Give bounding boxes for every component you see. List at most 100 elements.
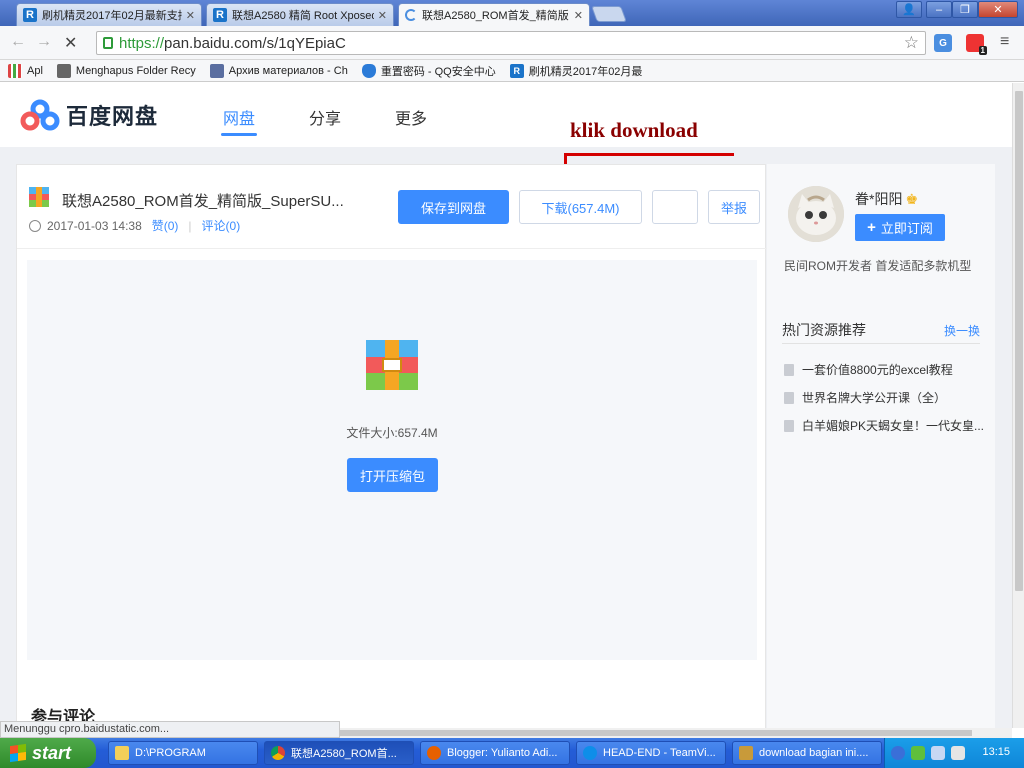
file-share-card: 联想A2580_ROM首发_精简版_SuperSU... 2017-01-03 … <box>16 164 767 728</box>
back-arrow-icon[interactable]: ← <box>10 33 26 51</box>
annotation-line <box>564 153 734 156</box>
start-button[interactable]: start <box>0 738 96 768</box>
tray-app-icon[interactable] <box>931 746 945 760</box>
annotation-label: klik download <box>570 118 698 142</box>
windows-taskbar: start D:\PROGRAM 联想A2580_ROM首... Blogger… <box>0 738 1024 768</box>
browser-tab-1[interactable]: R 刷机精灵2017年02月最新支持 ✕ <box>16 3 202 26</box>
tray-expand-icon[interactable] <box>891 746 905 760</box>
chrome-icon <box>271 746 285 760</box>
browser-tab-strip: R 刷机精灵2017年02月最新支持 ✕ R 联想A2580 精简 Root X… <box>0 0 1024 26</box>
system-clock[interactable]: 13:15 <box>982 746 1010 758</box>
address-bar[interactable]: https://pan.baidu.com/s/1qYEpiaC ☆ <box>96 31 926 55</box>
hot-resources-title: 热门资源推荐 <box>782 322 866 338</box>
url-text: https://pan.baidu.com/s/1qYEpiaC <box>119 34 346 52</box>
bookmark-item[interactable]: R 刷机精灵2017年02月最 <box>509 63 642 79</box>
user-profile-icon[interactable]: 👤 <box>896 1 922 18</box>
report-button[interactable]: 举报 <box>708 190 760 224</box>
hot-resource-item[interactable]: 世界名牌大学公开课（全） <box>784 389 989 406</box>
nav-share[interactable]: 分享 <box>309 105 341 129</box>
uploader-name[interactable]: 眷*阳阳 ♚ <box>855 189 918 209</box>
archive-large-icon <box>366 340 418 390</box>
subscribe-button[interactable]: + 立即订阅 <box>855 214 945 241</box>
bookmark-item[interactable]: Архив материалов - Ch <box>209 63 348 78</box>
site-header: 百度网盘 网盘 分享 更多 <box>0 83 1012 147</box>
bookmark-item[interactable]: Menghapus Folder Recy <box>56 63 196 78</box>
paint-icon <box>739 746 753 760</box>
crown-icon: ♚ <box>905 190 919 207</box>
like-link[interactable]: 赞(0) <box>152 217 179 234</box>
clock-icon <box>29 219 41 232</box>
logo-mark-icon <box>20 99 60 131</box>
browser-toolbar: ← → ✕ https://pan.baidu.com/s/1qYEpiaC ☆… <box>0 26 1024 60</box>
extension-icon[interactable]: 1 <box>966 34 987 55</box>
nav-more[interactable]: 更多 <box>395 105 427 129</box>
browser-tab-2[interactable]: R 联想A2580 精简 Root Xposed ✕ <box>206 3 394 26</box>
taskbar-item-paint[interactable]: download bagian ini.... <box>732 741 882 765</box>
lock-icon <box>103 37 113 49</box>
page-icon <box>56 63 71 78</box>
tab-label: 联想A2580_ROM首发_精简版 <box>422 10 569 22</box>
nav-netdisk[interactable]: 网盘 <box>223 105 255 129</box>
vertical-scrollbar[interactable] <box>1012 83 1024 728</box>
network-icon[interactable] <box>911 746 925 760</box>
teamviewer-icon <box>583 746 597 760</box>
document-icon <box>784 363 794 376</box>
browser-tab-3-active[interactable]: 联想A2580_ROM首发_精简版 ✕ <box>398 3 590 26</box>
tab-label: 联想A2580 精简 Root Xposed <box>232 10 374 22</box>
firefox-icon <box>427 746 441 760</box>
shield-icon <box>361 63 376 78</box>
scrollbar-thumb[interactable] <box>340 730 972 736</box>
bookmark-star-icon[interactable]: ☆ <box>904 33 919 53</box>
hot-resource-item[interactable]: 一套价值8800元的excel教程 <box>784 361 989 378</box>
close-icon[interactable]: ✕ <box>378 9 387 22</box>
status-bar: Menunggu cpro.baidustatic.com... <box>0 721 340 738</box>
nav-active-underline <box>221 133 257 136</box>
close-window-button[interactable]: ✕ <box>978 1 1018 18</box>
taskbar-item-chrome[interactable]: 联想A2580_ROM首... <box>264 741 414 765</box>
close-icon[interactable]: ✕ <box>186 9 195 22</box>
bookmark-item[interactable]: 重置密码 - QQ安全中心 <box>361 63 496 79</box>
more-options-button[interactable] <box>652 190 698 224</box>
horizontal-scrollbar[interactable] <box>340 728 1012 738</box>
file-name: 联想A2580_ROM首发_精简版_SuperSU... <box>62 193 344 210</box>
scrollbar-thumb[interactable] <box>1015 91 1023 591</box>
comment-link[interactable]: 评论(0) <box>202 217 241 234</box>
meta-divider: | <box>188 218 192 233</box>
divider <box>17 248 767 249</box>
minimize-button[interactable]: – <box>926 1 952 18</box>
chrome-menu-icon[interactable]: ≡ <box>1000 33 1009 51</box>
windows-flag-icon <box>10 743 26 763</box>
cat-avatar-icon <box>788 186 844 242</box>
stop-loading-icon[interactable]: ✕ <box>64 33 77 53</box>
share-date: 2017-01-03 14:38 <box>47 218 142 233</box>
shuajijingling-favicon-icon: R <box>509 63 524 78</box>
hot-resource-item[interactable]: 白羊媚娘PK天蝎女皇！一代女皇... <box>784 417 989 434</box>
sidebar: 眷*阳阳 ♚ + 立即订阅 民间ROM开发者 首发适配多款机型 热门资源推荐 换… <box>767 164 995 728</box>
apps-grid-icon <box>8 63 22 78</box>
loading-spinner-icon <box>405 9 417 21</box>
taskbar-item-teamviewer[interactable]: HEAD-END - TeamVi... <box>576 741 726 765</box>
download-button[interactable]: 下载(657.4M) <box>519 190 642 224</box>
close-icon[interactable]: ✕ <box>574 9 583 22</box>
folder-icon <box>115 746 129 760</box>
avatar[interactable] <box>788 186 844 242</box>
file-meta: 2017-01-03 14:38 赞(0) | 评论(0) <box>29 217 240 234</box>
bookmarks-bar: Apl Menghapus Folder Recy Архив материал… <box>0 60 1024 82</box>
taskbar-item-explorer[interactable]: D:\PROGRAM <box>108 741 258 765</box>
file-size-label: 文件大小:657.4M <box>346 426 438 440</box>
restore-button[interactable]: ❐ <box>952 1 978 18</box>
forward-arrow-icon[interactable]: → <box>36 33 52 51</box>
baidu-netdisk-logo[interactable]: 百度网盘 <box>20 99 158 131</box>
tab-label: 刷机精灵2017年02月最新支持 <box>42 10 182 22</box>
new-tab-button[interactable] <box>591 6 627 22</box>
refresh-link[interactable]: 换一换 <box>944 322 980 339</box>
save-to-netdisk-button[interactable]: 保存到网盘 <box>398 190 509 224</box>
file-preview-area: 文件大小:657.4M 打开压缩包 <box>27 260 757 660</box>
translate-extension-icon[interactable]: G <box>934 34 952 52</box>
open-archive-button[interactable]: 打开压缩包 <box>347 458 438 492</box>
document-icon <box>784 419 794 432</box>
volume-icon[interactable] <box>951 746 965 760</box>
zip-file-icon <box>29 187 49 207</box>
bookmark-apps[interactable]: Apl <box>8 63 43 78</box>
taskbar-item-firefox[interactable]: Blogger: Yulianto Adi... <box>420 741 570 765</box>
